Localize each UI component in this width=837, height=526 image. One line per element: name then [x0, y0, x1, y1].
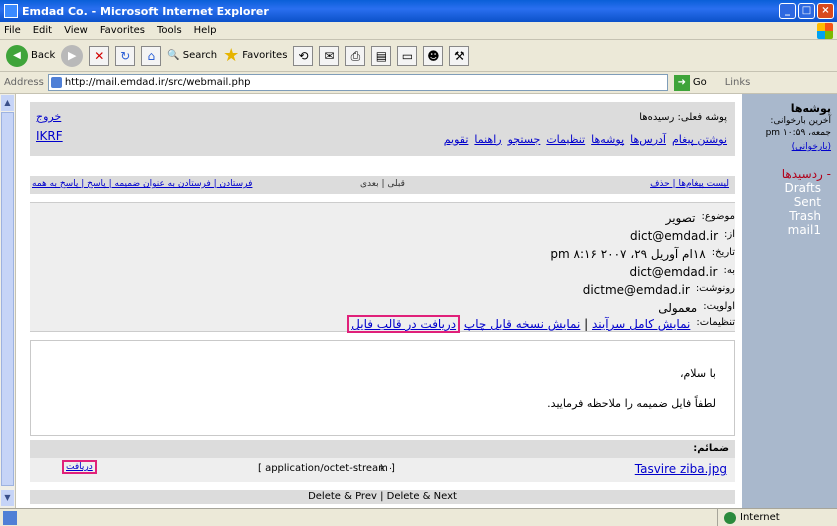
folder-inbox[interactable]: - ردسیدها — [748, 167, 831, 181]
maximize-button[interactable]: □ — [798, 3, 815, 19]
main-nav: نوشتن پیغام آدرس‌ها پوشه‌ها تنظیمات جستج… — [444, 133, 727, 146]
message-view: پوشه فعلی: رسیده‌ها نوشتن پیغام آدرس‌ها … — [30, 94, 735, 508]
menu-help[interactable]: Help — [194, 25, 217, 36]
folder-button[interactable]: ▭ — [397, 45, 418, 66]
logout-link[interactable]: خروج — [36, 110, 61, 123]
folder-sent[interactable]: Sent — [748, 195, 831, 209]
go-button[interactable]: ➜ Go — [673, 74, 707, 91]
company-link[interactable]: IKRF — [36, 129, 63, 143]
nav-compose[interactable]: نوشتن پیغام — [672, 133, 727, 146]
header-cc: رونوشت: dictme@emdad.ir — [582, 283, 735, 297]
nav-addresses[interactable]: آدرس‌ها — [630, 133, 666, 146]
address-label: Address — [4, 77, 44, 88]
minimize-button[interactable]: _ — [779, 3, 796, 19]
body-line-1: با سلام، — [679, 367, 716, 380]
message-body: با سلام، لطفاً فایل ضمیمه را ملاحظه فرما… — [30, 340, 735, 436]
list-delete-links[interactable]: لیست پیغام‌ها | حذف — [650, 179, 729, 189]
go-arrow-icon: ➜ — [673, 74, 690, 91]
star-icon: ★ — [223, 45, 240, 66]
nav-search[interactable]: جستجو — [508, 133, 541, 146]
close-button[interactable]: × — [817, 3, 834, 19]
address-input[interactable]: http://mail.emdad.ir/src/webmail.php — [47, 74, 668, 91]
last-check-value: جمعه، pm ۱۰:۵۹ — [765, 128, 831, 138]
home-button[interactable]: ⌂ — [141, 45, 162, 66]
history-button[interactable]: ⟲ — [293, 45, 314, 66]
header-priority: اولویت: معمولی — [658, 301, 735, 315]
attachments-title: ضمائم: — [30, 440, 735, 458]
vertical-scrollbar[interactable]: ▲ ▼ — [0, 94, 16, 508]
page-content: ▲ ▼ پوشه فعلی: رسیده‌ها نوشتن پیغام آدرس… — [0, 94, 837, 508]
refresh-folders-link[interactable]: (بارخوانی) — [792, 142, 831, 152]
globe-icon — [724, 511, 736, 524]
mail-button[interactable]: ✉ — [319, 45, 340, 66]
window-title-bar: Emdad Co. - Microsoft Internet Explorer … — [0, 0, 837, 22]
refresh-button[interactable]: ↻ — [115, 45, 136, 66]
body-line-2: لطفاً فایل ضمیمه را ملاحظه فرمایید. — [547, 397, 716, 410]
security-zone: Internet — [717, 509, 837, 526]
attachment-row: Tasvire ziba.jpg k ۰ [ application/octet… — [30, 458, 735, 482]
message-headers: موضوع: تصویر از: dict@emdad.ir تاریخ: ۱۸… — [30, 202, 735, 333]
forward-button[interactable]: ▶ — [61, 44, 84, 67]
nav-help[interactable]: راهنما — [474, 133, 501, 146]
printable-view-link[interactable]: نمایش نسخه قابل چاپ — [464, 317, 580, 331]
back-label: Back — [31, 50, 56, 61]
back-arrow-icon: ◀ — [6, 44, 28, 67]
toolbar: ◀ Back ▶ ✕ ↻ ⌂ 🔍 Search ★ Favorites ⟲ ✉ … — [0, 40, 837, 72]
scroll-thumb[interactable] — [1, 112, 14, 486]
nav-options[interactable]: تنظیمات — [546, 133, 585, 146]
page-icon — [3, 510, 17, 525]
stop-button[interactable]: ✕ — [89, 45, 110, 66]
header-options: تنظیمات: نمایش کامل سرآیند | نمایش نسخه … — [275, 315, 735, 333]
attachment-filename-link[interactable]: Tasvire ziba.jpg — [635, 462, 727, 476]
edit-button[interactable]: ▤ — [371, 45, 392, 66]
menu-view[interactable]: View — [64, 25, 88, 36]
folders-title: پوشه‌ها — [790, 102, 831, 115]
print-button[interactable]: ⎙ — [345, 45, 366, 66]
menu-tools[interactable]: Tools — [157, 25, 182, 36]
nav-calendar[interactable]: تقویم — [444, 133, 469, 146]
folders-panel: پوشه‌ها آخرین بارخوانی: جمعه، pm ۱۰:۵۹ (… — [742, 94, 837, 508]
download-as-file-link[interactable]: دریافت در قالب فایل — [347, 315, 461, 333]
search-label: Search — [182, 50, 218, 61]
folder-drafts[interactable]: Drafts — [748, 181, 831, 195]
menu-edit[interactable]: Edit — [33, 25, 52, 36]
view-full-header-link[interactable]: نمایش کامل سرآیند — [592, 317, 690, 331]
search-button[interactable]: 🔍 Search — [167, 50, 217, 61]
folder-mail1[interactable]: mail1 — [748, 223, 831, 237]
message-action-bar: فرستادن | فرستادن به عنوان ضمیمه | پاسخ … — [30, 176, 735, 194]
research-button[interactable]: ⚒ — [449, 45, 470, 66]
menu-favorites[interactable]: Favorites — [100, 25, 145, 36]
nav-folders[interactable]: پوشه‌ها — [591, 133, 624, 146]
ie-icon — [4, 4, 18, 18]
search-icon: 🔍 — [167, 50, 180, 61]
menu-file[interactable]: File — [4, 25, 21, 36]
address-bar: Address http://mail.emdad.ir/src/webmail… — [0, 72, 837, 94]
links-button[interactable]: Links — [725, 77, 751, 88]
scroll-down-icon[interactable]: ▼ — [1, 490, 14, 506]
favorites-button[interactable]: ★ Favorites — [223, 45, 287, 66]
header-subject: موضوع: تصویر — [665, 211, 735, 225]
attachment-download-link[interactable]: دریافت — [62, 460, 97, 474]
attachment-mime-type: [ application/octet-stream ] — [258, 463, 395, 474]
windows-logo-icon — [817, 23, 833, 39]
header-from: از: dict@emdad.ir — [630, 229, 735, 243]
header-date: تاریخ: ۱۸ام آوریل ۲۹، ۲۰۰۷ pm ۸:۱۶ — [550, 247, 735, 261]
menu-bar: File Edit View Favorites Tools Help — [0, 22, 837, 40]
last-check-label: آخرین بارخوانی: — [770, 116, 831, 126]
zone-label: Internet — [740, 512, 780, 523]
prev-next-links[interactable]: قبلی | بعدی — [360, 179, 405, 189]
forward-reply-links[interactable]: فرستادن | فرستادن به عنوان ضمیمه | پاسخ … — [32, 179, 252, 189]
delete-navigation-bar[interactable]: Delete & Prev | Delete & Next — [30, 490, 735, 504]
folder-trash[interactable]: Trash — [748, 209, 831, 223]
scroll-up-icon[interactable]: ▲ — [1, 95, 14, 111]
status-bar: Internet — [0, 508, 837, 526]
header-to: به: dict@emdad.ir — [629, 265, 735, 279]
mail-top-bar: پوشه فعلی: رسیده‌ها نوشتن پیغام آدرس‌ها … — [30, 102, 735, 156]
current-folder: پوشه فعلی: رسیده‌ها — [639, 112, 727, 123]
window-title: Emdad Co. - Microsoft Internet Explorer — [22, 4, 269, 18]
go-label: Go — [692, 77, 707, 88]
messenger-button[interactable]: ☻ — [423, 45, 444, 66]
favorites-label: Favorites — [242, 50, 288, 61]
back-button[interactable]: ◀ Back — [6, 44, 56, 67]
